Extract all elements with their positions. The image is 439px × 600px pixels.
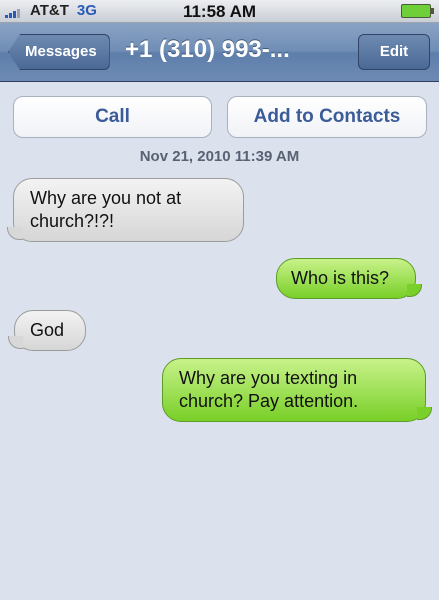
message-bubble-outgoing: Why are you texting in church? Pay atten… <box>162 358 432 422</box>
status-time: 11:58 AM <box>182 2 257 21</box>
message-bubble-outgoing: Who is this? <box>276 258 422 299</box>
status-bar: AT&T 3G 11:58 AM <box>0 0 439 23</box>
conversation-timestamp: Nov 21, 2010 11:39 AM <box>139 148 300 165</box>
battery-icon <box>401 4 434 18</box>
contact-title: +1 (310) 993-... <box>125 36 290 63</box>
message-bubble-incoming: Why are you not at church?!?! <box>7 178 244 242</box>
call-button[interactable]: Call <box>13 96 212 138</box>
message-bubble-incoming: God <box>8 310 86 351</box>
edit-button[interactable]: Edit <box>358 34 430 70</box>
add-to-contacts-button[interactable]: Add to Contacts <box>227 96 427 138</box>
navigation-bar: Messages +1 (310) 993-... Edit <box>0 23 439 82</box>
messages-back-button[interactable]: Messages <box>8 34 110 70</box>
